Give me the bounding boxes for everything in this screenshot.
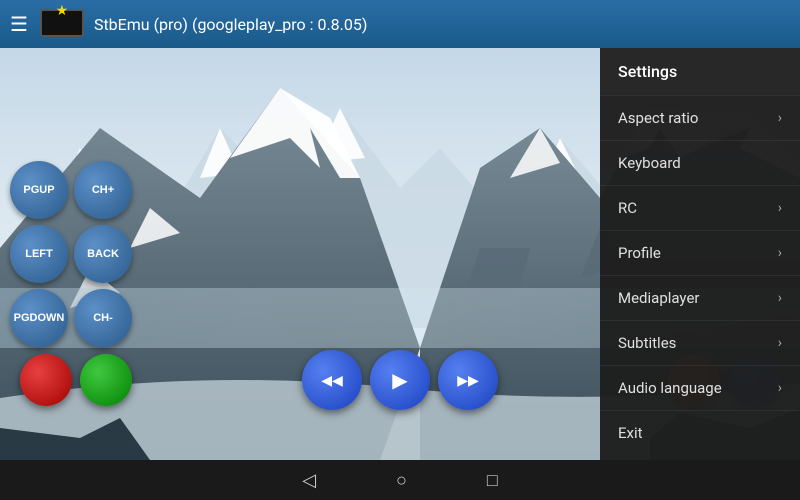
arrow-icon-audio-language: ›	[778, 380, 782, 396]
menu-item-rc-label: RC	[618, 199, 637, 217]
settings-dropdown: Settings Aspect ratio › Keyboard RC › Pr…	[600, 48, 800, 460]
arrow-icon-profile: ›	[778, 245, 782, 261]
star-icon: ★	[56, 3, 69, 19]
menu-icon[interactable]: ☰	[10, 12, 28, 36]
rewind-icon: ◀◀	[321, 372, 343, 389]
app-title: StbEmu (pro) (googleplay_pro : 0.8.05)	[94, 15, 368, 34]
recent-nav-icon[interactable]: □	[487, 470, 498, 491]
menu-item-audio-language[interactable]: Audio language ›	[600, 365, 800, 410]
top-bar: ☰ ★ StbEmu (pro) (googleplay_pro : 0.8.0…	[0, 0, 800, 48]
home-nav-icon[interactable]: ○	[396, 470, 407, 491]
fast-forward-button[interactable]: ▶▶	[438, 350, 498, 410]
arrow-icon-rc: ›	[778, 200, 782, 216]
arrow-icon-aspect-ratio: ›	[778, 110, 782, 126]
menu-item-mediaplayer[interactable]: Mediaplayer ›	[600, 275, 800, 320]
menu-item-aspect-ratio[interactable]: Aspect ratio ›	[600, 95, 800, 140]
menu-item-audio-language-label: Audio language	[618, 379, 722, 397]
fast-forward-icon: ▶▶	[457, 372, 479, 389]
tv-icon: ★	[40, 9, 84, 39]
ctrl-row-2: LEFT BACK	[10, 225, 132, 283]
rewind-button[interactable]: ◀◀	[302, 350, 362, 410]
menu-item-subtitles[interactable]: Subtitles ›	[600, 320, 800, 365]
pgdown-button[interactable]: PGDOWN	[10, 289, 68, 347]
pgup-button[interactable]: PGUP	[10, 161, 68, 219]
chminus-button[interactable]: CH-	[74, 289, 132, 347]
ctrl-row-1: PGUP CH+	[10, 161, 132, 219]
arrow-icon-subtitles: ›	[778, 335, 782, 351]
menu-item-subtitles-label: Subtitles	[618, 334, 676, 352]
chplus-button[interactable]: CH+	[74, 161, 132, 219]
menu-item-mediaplayer-label: Mediaplayer	[618, 289, 699, 307]
green-button[interactable]	[80, 354, 132, 406]
menu-item-profile-label: Profile	[618, 244, 661, 262]
dropdown-header: Settings	[600, 48, 800, 95]
play-button[interactable]: ▶	[370, 350, 430, 410]
menu-item-exit[interactable]: Exit	[600, 410, 800, 455]
back-button[interactable]: BACK	[74, 225, 132, 283]
bottom-navbar: ◁ ○ □	[0, 460, 800, 500]
ctrl-row-3: PGDOWN CH-	[10, 289, 132, 347]
menu-item-keyboard-label: Keyboard	[618, 154, 681, 172]
menu-item-aspect-ratio-label: Aspect ratio	[618, 109, 698, 127]
arrow-icon-mediaplayer: ›	[778, 290, 782, 306]
menu-item-rc[interactable]: RC ›	[600, 185, 800, 230]
play-icon: ▶	[392, 368, 407, 393]
menu-item-exit-label: Exit	[618, 424, 643, 442]
menu-item-profile[interactable]: Profile ›	[600, 230, 800, 275]
menu-item-keyboard[interactable]: Keyboard	[600, 140, 800, 185]
back-nav-icon[interactable]: ◁	[302, 470, 316, 491]
left-button[interactable]: LEFT	[10, 225, 68, 283]
red-button[interactable]	[20, 354, 72, 406]
